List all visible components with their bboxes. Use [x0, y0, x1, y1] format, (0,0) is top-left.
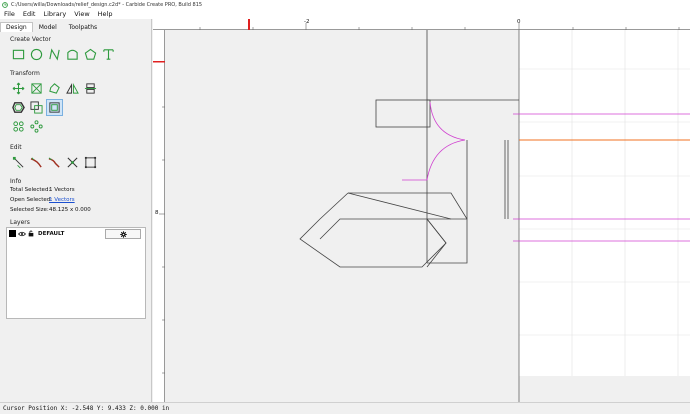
offset-icon [12, 102, 25, 113]
menu-view[interactable]: View [70, 10, 93, 18]
info-selected-size: Selected Size: 48.125 x 0.000 [10, 207, 91, 213]
layers-list: DEFAULT [6, 227, 146, 319]
ruler-vertical: 8 [153, 30, 165, 402]
menu-edit[interactable]: Edit [19, 10, 40, 18]
rectangle-tool[interactable] [11, 47, 26, 62]
title-bar: C:/Users/willa/Downloads/relief_design.c… [0, 0, 690, 9]
boolean-icon [30, 101, 43, 114]
ruler-cursor-marker [248, 19, 250, 30]
node-edit-tool[interactable] [11, 155, 26, 170]
ruler-ticks-top [199, 19, 680, 30]
section-transform: Transform [10, 70, 40, 77]
polyline-tool[interactable] [65, 47, 80, 62]
rotate-tool[interactable] [47, 81, 62, 96]
split-tool[interactable] [65, 155, 80, 170]
layer-name: DEFAULT [38, 230, 65, 237]
tab-model[interactable]: Model [33, 22, 63, 32]
app-logo-icon [2, 1, 8, 8]
info-total-selected: Total Selected: 1 Vectors [10, 187, 75, 193]
tab-design[interactable]: Design [0, 22, 33, 32]
transform-tools-row-1 [11, 81, 98, 96]
polygon-icon [67, 49, 78, 60]
drawing-area[interactable] [165, 30, 690, 402]
ruler-horizontal: -2 0 [153, 19, 690, 30]
curve-tool[interactable] [47, 47, 62, 62]
pentagon-tool[interactable] [83, 47, 98, 62]
section-create-vector: Create Vector [10, 36, 51, 43]
ruler-label-minus-2: -2 [304, 19, 310, 25]
create-vector-tools [11, 47, 116, 62]
rectangle-icon [12, 49, 25, 60]
layer-row[interactable]: DEFAULT [9, 230, 64, 237]
transform-tools-row-2 [11, 99, 63, 116]
join-tool[interactable] [83, 155, 98, 170]
gear-icon [119, 230, 127, 238]
eye-icon[interactable] [18, 231, 26, 237]
info-open-selected: Open Selected: 1 Vectors [10, 197, 75, 203]
total-selected-label: Total Selected: [10, 187, 51, 193]
array-tool[interactable] [11, 119, 26, 134]
menu-help[interactable]: Help [94, 10, 117, 18]
array-icon [13, 121, 24, 132]
trim-tool[interactable] [29, 155, 44, 170]
boolean-tool[interactable] [29, 100, 44, 115]
text-icon [103, 49, 114, 60]
ruler-cursor-marker-vertical [153, 61, 165, 63]
pentagon-icon [84, 48, 97, 60]
layer-settings-button[interactable] [105, 229, 141, 239]
trim-icon [30, 157, 42, 168]
panel-tabs: Design Model Toolpaths [0, 22, 103, 32]
open-selected-link[interactable]: 1 Vectors [49, 197, 75, 203]
group-tool[interactable] [46, 99, 63, 116]
align-tool[interactable] [83, 81, 98, 96]
rotate-icon [49, 83, 60, 94]
resize-tool[interactable] [29, 81, 44, 96]
status-bar: Cursor Position X: -2.548 Y: 9.433 Z: 0.… [0, 402, 690, 414]
fillet-tool[interactable] [47, 155, 62, 170]
selected-size-label: Selected Size: [10, 207, 49, 213]
design-canvas[interactable]: -2 0 8 [153, 19, 690, 402]
ruler-label-8: 8 [155, 210, 159, 216]
text-tool[interactable] [101, 47, 116, 62]
circle-icon [30, 48, 43, 61]
circle-tool[interactable] [29, 47, 44, 62]
window-title: C:/Users/willa/Downloads/relief_design.c… [11, 1, 203, 8]
open-selected-label: Open Selected: [10, 197, 53, 203]
section-layers: Layers [10, 219, 30, 226]
layer-color-swatch[interactable] [9, 230, 16, 237]
section-edit: Edit [10, 144, 22, 151]
stock-area [519, 30, 690, 376]
move-tool[interactable] [11, 81, 26, 96]
selected-group-icon [49, 102, 60, 113]
offset-tool[interactable] [11, 100, 26, 115]
selected-size-value: 48.125 x 0.000 [49, 207, 91, 213]
menu-bar: File Edit Library View Help [0, 9, 690, 19]
transform-tools-row-3 [11, 119, 44, 134]
move-icon [12, 82, 25, 95]
lock-icon[interactable] [28, 230, 34, 237]
resize-icon [31, 83, 42, 94]
ruler-ticks-left [153, 61, 165, 374]
ruler-label-0: 0 [517, 19, 521, 25]
left-panel: Design Model Toolpaths Create Vector Tra… [0, 19, 152, 402]
join-icon [84, 156, 97, 169]
circular-array-icon [30, 120, 43, 133]
section-info: Info [10, 178, 22, 185]
menu-library[interactable]: Library [39, 10, 70, 18]
split-icon [67, 157, 78, 168]
edit-tools [11, 155, 98, 170]
total-selected-value: 1 Vectors [49, 187, 75, 193]
menu-file[interactable]: File [0, 10, 19, 18]
mirror-icon [66, 82, 79, 94]
circular-array-tool[interactable] [29, 119, 44, 134]
align-icon [84, 83, 97, 94]
fillet-icon [48, 157, 60, 168]
curve-icon [49, 48, 60, 61]
tab-toolpaths[interactable]: Toolpaths [63, 22, 103, 32]
node-edit-icon [12, 156, 24, 169]
mirror-tool[interactable] [65, 81, 80, 96]
